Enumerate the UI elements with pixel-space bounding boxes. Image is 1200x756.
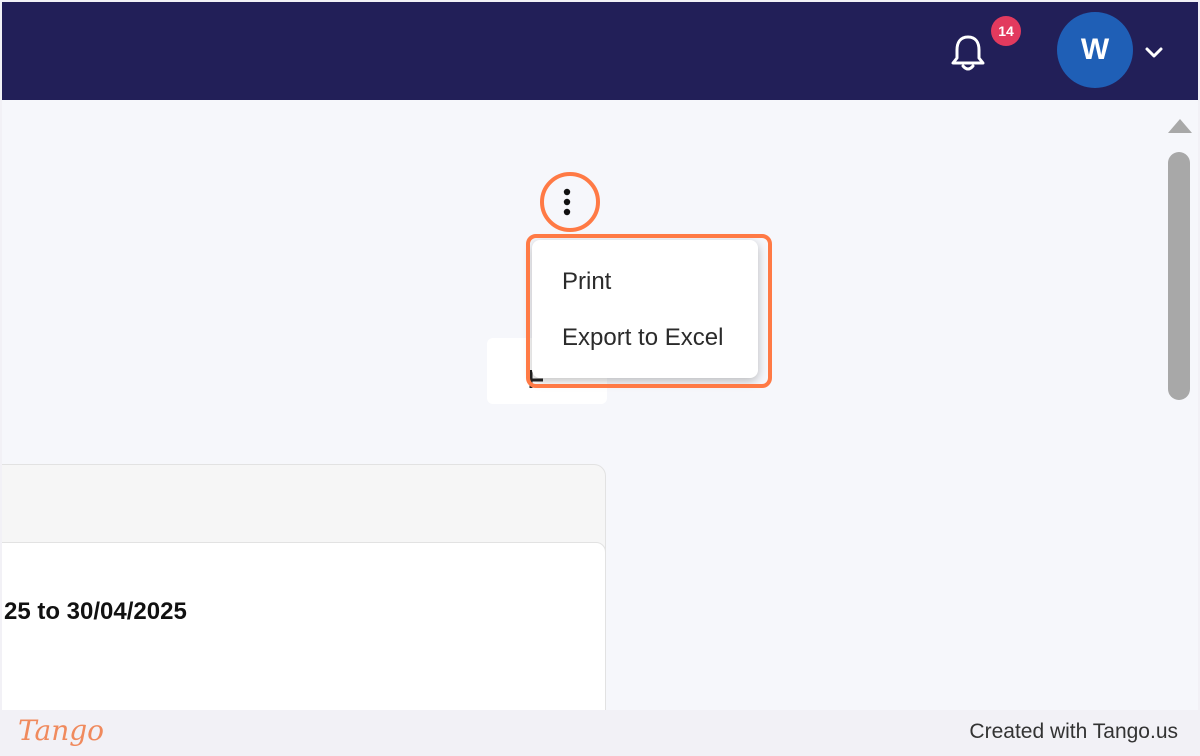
tango-logo: Tango — [18, 714, 105, 747]
scrollbar-thumb[interactable] — [1168, 152, 1190, 400]
menu-highlight-box — [526, 234, 772, 388]
date-range-text: 25 to 30/04/2025 — [4, 598, 187, 625]
chevron-down-icon[interactable] — [1142, 40, 1166, 64]
report-card-body — [2, 542, 606, 710]
bell-icon[interactable] — [948, 32, 988, 74]
scroll-up-arrow-icon[interactable] — [1165, 114, 1195, 136]
user-avatar[interactable]: W — [1057, 12, 1133, 88]
notification-badge: 14 — [991, 16, 1021, 46]
app-window: 14 W Print Export to Excel 25 to 30/04/2… — [2, 2, 1198, 710]
kebab-menu-icon[interactable] — [555, 186, 579, 218]
footer-credit: Created with Tango.us — [969, 720, 1178, 743]
top-navigation-bar: 14 W — [2, 2, 1198, 100]
